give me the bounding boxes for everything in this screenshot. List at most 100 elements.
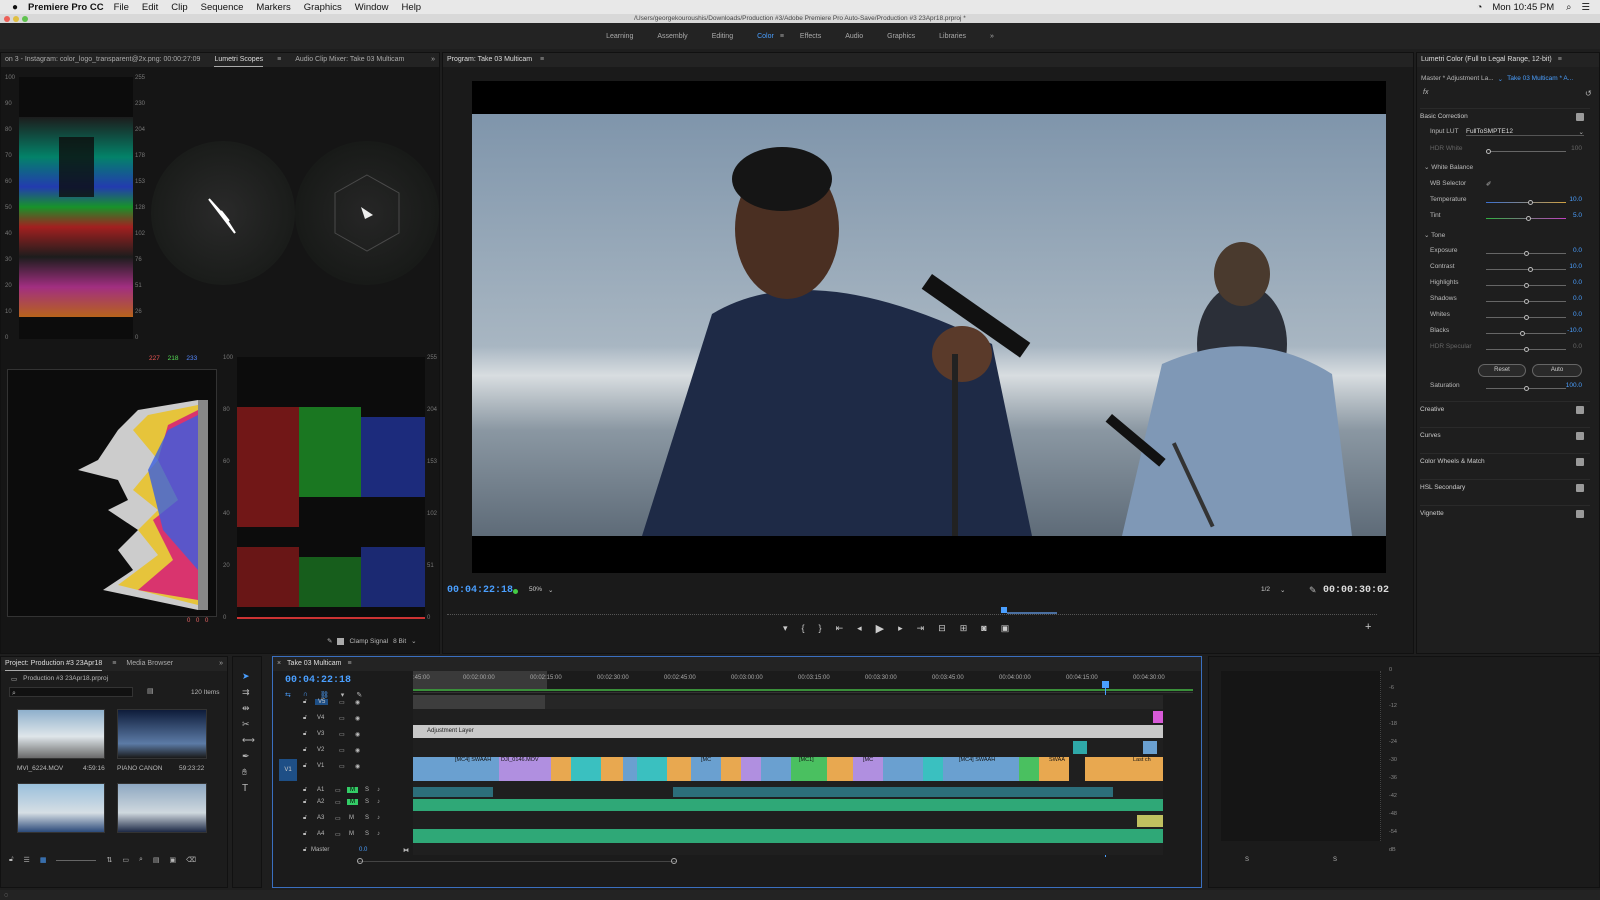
a1-audio-clip[interactable] [673, 787, 1113, 797]
menu-file[interactable]: File [114, 2, 129, 13]
track-header-v5[interactable]: 🔓︎ V5 ▭ ◉ [299, 699, 411, 711]
menu-window[interactable]: Window [355, 2, 389, 13]
workspace-graphics[interactable]: Graphics [875, 33, 927, 40]
type-tool-icon[interactable]: T [242, 783, 248, 794]
camera-icon[interactable]: ◙ [981, 623, 986, 633]
timeline-timecode[interactable]: 00:04:22:18 [285, 675, 351, 686]
lumetri-title[interactable]: Lumetri Color (Full to Legal Range, 12-b… [1421, 56, 1552, 63]
clip-multicam[interactable] [667, 757, 691, 781]
lock-icon[interactable]: 🔓︎ [303, 747, 307, 754]
mic-icon[interactable]: ♪ [377, 799, 380, 805]
list-view-icon[interactable]: ☰ [24, 856, 30, 864]
clip-multicam[interactable]: [MC [691, 757, 721, 781]
clip-multicam[interactable] [883, 757, 923, 781]
workspace-effects[interactable]: Effects [788, 33, 833, 40]
creative-checkbox[interactable] [1576, 406, 1584, 414]
zoom-window-button[interactable] [22, 15, 28, 22]
temperature-slider[interactable] [1486, 200, 1566, 205]
mute-button[interactable]: M [349, 815, 354, 821]
lock-icon[interactable]: 🔓︎ [303, 699, 307, 706]
whites-slider[interactable] [1486, 315, 1566, 320]
lock-icon[interactable]: 🔓︎ [303, 715, 307, 722]
reset-effect-icon[interactable]: ↺ [1585, 89, 1592, 98]
eye-icon[interactable]: ◉ [355, 763, 360, 770]
compare-icon[interactable]: ▣ [1001, 623, 1010, 634]
eye-icon[interactable]: ◉ [355, 731, 360, 738]
panel-menu-icon[interactable]: ≡ [112, 657, 116, 671]
step-forward-icon[interactable]: ▸ [898, 623, 903, 634]
lock-icon[interactable]: 🔓︎ [9, 856, 14, 864]
list-icon[interactable]: ☰ [1581, 2, 1590, 13]
minimize-window-button[interactable] [13, 15, 19, 22]
tab-audio-mixer[interactable]: Audio Clip Mixer: Take 03 Multicam [295, 53, 404, 67]
clip-multicam[interactable]: [MC1] [791, 757, 827, 781]
track-header-v4[interactable]: 🔓︎ V4 ▭ ◉ [299, 715, 411, 727]
highlights-value[interactable]: 0.0 [1573, 279, 1582, 286]
thumbnail-2[interactable] [117, 709, 207, 759]
master-value[interactable]: 0.0 [359, 847, 367, 853]
lock-icon[interactable]: 🔓︎ [303, 831, 307, 838]
contrast-value[interactable]: 10.0 [1569, 263, 1582, 270]
lock-icon[interactable]: 🔓︎ [303, 799, 307, 806]
solo-button[interactable]: S [365, 815, 369, 821]
razor-icon[interactable]: ✂ [242, 719, 250, 730]
v5-clip[interactable] [413, 695, 545, 709]
blacks-slider[interactable] [1486, 331, 1566, 336]
playhead-handle[interactable] [1102, 681, 1109, 688]
chevron-down-icon[interactable]: ⌄ [1498, 75, 1503, 85]
mute-button[interactable]: M [347, 799, 358, 805]
workspace-audio[interactable]: Audio [833, 33, 875, 40]
program-scrubber[interactable] [447, 607, 1377, 615]
solo-left-button[interactable]: S [1245, 857, 1249, 863]
tint-value[interactable]: 5.0 [1573, 212, 1582, 219]
new-item-icon[interactable]: ▣ [170, 856, 177, 864]
exposure-value[interactable]: 0.0 [1573, 247, 1582, 254]
reset-button[interactable]: Reset [1478, 364, 1526, 377]
clip-multicam[interactable] [1085, 757, 1113, 781]
saturation-slider[interactable] [1486, 386, 1566, 391]
lock-icon[interactable]: 🔓︎ [303, 847, 307, 854]
clip-multicam[interactable] [721, 757, 741, 781]
clip-multicam[interactable]: Last ch [1113, 757, 1163, 781]
slip-icon[interactable]: ⟷ [242, 735, 255, 746]
lock-icon[interactable]: 🔓︎ [303, 815, 307, 822]
thumbnail-3[interactable] [17, 783, 105, 833]
a2-audio-clip[interactable] [413, 799, 1163, 811]
a4-audio-clip[interactable] [413, 829, 1163, 843]
creative-section[interactable]: Creative [1420, 401, 1590, 417]
hdr-specular-slider[interactable] [1486, 347, 1566, 352]
video-frame[interactable] [472, 81, 1386, 573]
whites-value[interactable]: 0.0 [1573, 311, 1582, 318]
hsl-secondary-section[interactable]: HSL Secondary [1420, 479, 1590, 495]
tab-sequence[interactable]: Take 03 Multicam [287, 660, 341, 667]
exposure-slider[interactable] [1486, 251, 1566, 256]
zoom-slider[interactable] [56, 859, 97, 861]
master-clip[interactable]: Master * Adjustment La... [1421, 75, 1494, 85]
workspace-libraries[interactable]: Libraries [927, 33, 978, 40]
workspace-editing[interactable]: Editing [700, 33, 745, 40]
hand-icon[interactable]: ✋︎ [242, 767, 247, 778]
zoom-handle-right[interactable] [671, 858, 677, 864]
clip-multicam[interactable] [413, 757, 439, 781]
shadows-slider[interactable] [1486, 299, 1566, 304]
toggle-output-icon[interactable]: ▭ [339, 699, 345, 706]
eye-icon[interactable]: ◉ [355, 699, 360, 706]
timeline-zoom-scrollbar[interactable] [357, 858, 677, 865]
highlights-slider[interactable] [1486, 283, 1566, 288]
pen-icon[interactable]: ✒ [242, 751, 250, 762]
play-icon[interactable]: ▶ [876, 622, 884, 635]
thumbnail-4[interactable] [117, 783, 207, 833]
track-header-master[interactable]: 🔓︎ Master 0.0 ⧓ [299, 847, 411, 859]
clip-multicam[interactable] [571, 757, 601, 781]
zoom-select[interactable]: 50% ⌄ [529, 586, 567, 596]
hdr-specular-value[interactable]: 0.0 [1573, 343, 1582, 350]
clip-drone[interactable]: DJI_0146.MOV [499, 757, 551, 781]
close-tab-icon[interactable]: × [277, 660, 281, 667]
sort-icon[interactable]: ⇅ [106, 856, 112, 864]
mark-in-icon[interactable]: { [802, 623, 805, 633]
eyedropper-icon[interactable]: ✐ [1486, 180, 1491, 188]
program-timecode[interactable]: 00:04:22:18 [447, 585, 513, 596]
color-wheels-checkbox[interactable] [1576, 458, 1584, 466]
chevron-down-icon[interactable]: ⌄ [411, 637, 416, 645]
settings-wrench-icon[interactable]: ✎ [1309, 585, 1317, 596]
